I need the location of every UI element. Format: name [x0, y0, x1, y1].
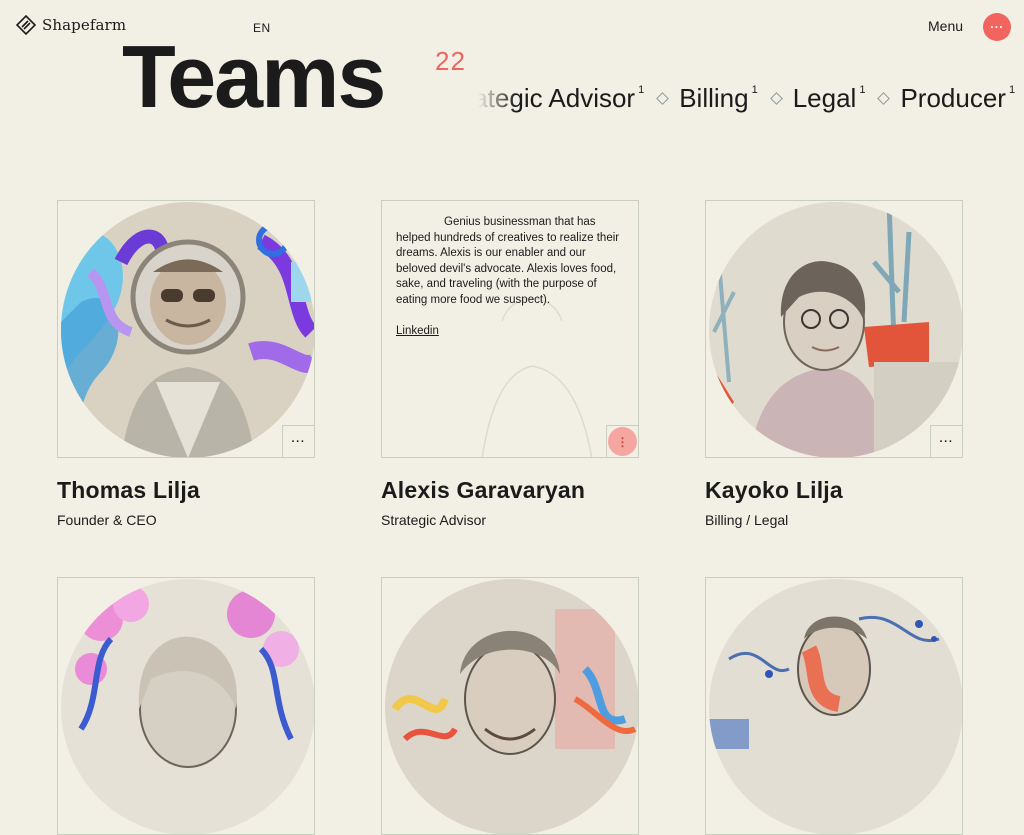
more-options-button[interactable]: ···: [282, 425, 314, 457]
ticker-item: Producer 1: [900, 83, 1016, 113]
brand-name: Shapefarm: [42, 16, 127, 34]
close-bio-button[interactable]: ⋮: [606, 425, 638, 457]
diamond-separator-icon: [656, 92, 670, 105]
more-options-button[interactable]: ···: [930, 425, 962, 457]
more-dots-icon: ···: [291, 435, 306, 448]
ticker-fade: [478, 83, 516, 123]
menu-label[interactable]: Menu: [928, 18, 963, 34]
more-dots-icon: ···: [990, 20, 1004, 34]
brand-logo[interactable]: Shapefarm: [16, 15, 126, 35]
team-count: 22: [435, 46, 466, 76]
roles-ticker: Strategic Advisor1 Billing1 Legal1 Produ…: [478, 83, 1024, 123]
member-name: Alexis Garavaryan: [381, 477, 586, 503]
bio-frame: Genius businessman that has helped hundr…: [381, 200, 639, 458]
linkedin-link[interactable]: Linkedin: [396, 324, 439, 340]
member-role: Founder & CEO: [57, 512, 157, 528]
member-name: Kayoko Lilja: [705, 477, 843, 503]
portrait-frame: [381, 577, 639, 835]
ticker-item: Billing 1: [679, 83, 758, 113]
bio-text: Genius businessman that has helped hundr…: [396, 216, 620, 306]
diamond-separator-icon: [769, 92, 783, 105]
portrait-image: [709, 202, 962, 457]
portrait-frame: ···: [57, 200, 315, 458]
portrait-image: [385, 579, 638, 834]
more-dots-icon: ···: [939, 435, 954, 448]
diamond-separator-icon: [877, 92, 891, 105]
portrait-image: [61, 579, 314, 834]
member-role: Billing / Legal: [705, 512, 789, 528]
portrait-frame: ···: [705, 200, 963, 458]
portrait-image: [61, 202, 314, 457]
portrait-frame: [57, 577, 315, 835]
page-title: Teams: [122, 27, 386, 126]
member-bio: Genius businessman that has helped hundr…: [396, 215, 628, 340]
vertical-dots-icon: ⋮: [608, 427, 637, 456]
portrait-image: [709, 579, 962, 834]
portrait-frame: [705, 577, 963, 835]
shapefarm-logo-icon: [16, 15, 36, 35]
member-name: Thomas Lilja: [57, 477, 200, 503]
member-role: Strategic Advisor: [381, 512, 487, 528]
menu-button[interactable]: ···: [983, 13, 1011, 41]
ticker-item: Legal 1: [792, 83, 866, 113]
